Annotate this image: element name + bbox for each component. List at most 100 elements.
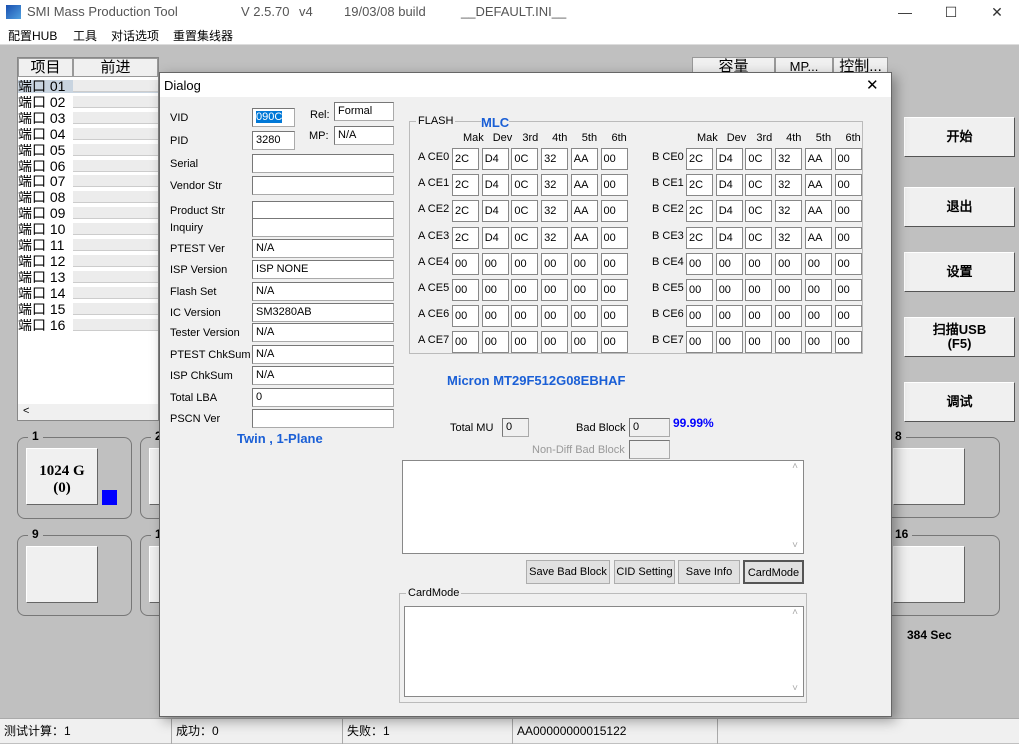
flash-id-cell[interactable]: AA bbox=[804, 200, 832, 223]
flash-id-cell[interactable]: 00 bbox=[834, 279, 862, 301]
flash-id-cell[interactable]: 0C bbox=[511, 200, 539, 223]
flash-id-cell[interactable]: 00 bbox=[600, 148, 628, 170]
minimize-button[interactable]: — bbox=[882, 0, 928, 24]
field-vid[interactable]: 090C bbox=[252, 108, 295, 127]
flash-id-cell[interactable]: 00 bbox=[745, 331, 773, 354]
list-row[interactable]: 端口 15 bbox=[18, 302, 158, 316]
field-pscn-ver[interactable] bbox=[252, 409, 394, 428]
menu-hub[interactable]: 配置HUB bbox=[8, 27, 57, 44]
close-button[interactable]: ✕ bbox=[974, 0, 1019, 24]
flash-id-cell[interactable]: 00 bbox=[570, 252, 598, 275]
port-1-button[interactable]: 1024 G (0) bbox=[26, 448, 98, 505]
flash-id-cell[interactable]: 0C bbox=[745, 200, 773, 223]
flash-id-cell[interactable]: 2C bbox=[686, 148, 713, 170]
list-row[interactable]: 端口 12 bbox=[18, 254, 158, 268]
flash-id-cell[interactable]: 00 bbox=[834, 148, 862, 170]
list-row[interactable]: 端口 16 bbox=[18, 318, 158, 332]
save-bad-block-button[interactable]: Save Bad Block bbox=[526, 560, 610, 584]
flash-id-cell[interactable]: 2C bbox=[452, 174, 479, 197]
flash-id-cell[interactable]: D4 bbox=[481, 200, 509, 223]
flash-id-cell[interactable]: 00 bbox=[745, 305, 773, 328]
rel-field[interactable]: Formal bbox=[334, 102, 394, 121]
flash-id-cell[interactable]: 2C bbox=[686, 174, 713, 197]
cardmode-textarea[interactable]: ˄ ˅ bbox=[404, 606, 804, 697]
flash-id-cell[interactable]: 00 bbox=[686, 305, 713, 328]
col-progress[interactable]: 前进 bbox=[73, 58, 158, 77]
mp-field[interactable]: N/A bbox=[334, 126, 394, 145]
flash-id-cell[interactable]: 00 bbox=[511, 305, 539, 328]
flash-id-cell[interactable]: 00 bbox=[834, 331, 862, 354]
flash-id-cell[interactable]: 00 bbox=[775, 331, 803, 354]
log-scrollbar[interactable]: ˄ ˅ bbox=[787, 461, 803, 553]
flash-id-cell[interactable]: AA bbox=[804, 174, 832, 197]
scroll-up-icon[interactable]: ˄ bbox=[787, 607, 803, 618]
flash-id-cell[interactable]: 00 bbox=[804, 331, 832, 354]
list-row[interactable]: 端口 10 bbox=[18, 223, 158, 236]
flash-id-cell[interactable]: 00 bbox=[600, 226, 628, 249]
flash-id-cell[interactable]: 00 bbox=[715, 305, 743, 328]
settings-button[interactable]: 设置 bbox=[904, 252, 1015, 292]
list-row[interactable]: 端口 06 bbox=[18, 159, 158, 173]
maximize-button[interactable]: ☐ bbox=[928, 0, 974, 24]
flash-id-cell[interactable]: 00 bbox=[541, 331, 569, 354]
flash-id-cell[interactable]: AA bbox=[570, 200, 598, 223]
menu-tools[interactable]: 工具 bbox=[73, 27, 97, 44]
flash-id-cell[interactable]: D4 bbox=[715, 200, 743, 223]
flash-id-cell[interactable]: 00 bbox=[600, 331, 628, 354]
flash-id-cell[interactable]: 00 bbox=[452, 305, 479, 328]
flash-id-cell[interactable]: 0C bbox=[511, 226, 539, 249]
flash-id-cell[interactable]: 00 bbox=[834, 226, 862, 249]
flash-id-cell[interactable]: 00 bbox=[804, 252, 832, 275]
dialog-close-button[interactable]: ✕ bbox=[866, 76, 879, 94]
cid-setting-button[interactable]: CID Setting bbox=[614, 560, 675, 584]
scan-usb-button[interactable]: 扫描USB (F5) bbox=[904, 317, 1015, 357]
port-list[interactable]: 项目 前进 端口 01 端口 02 端口 03 端口 04 端口 05 端口 06 端口 0… bbox=[17, 57, 159, 421]
field-tester-version[interactable]: N/A bbox=[252, 323, 394, 342]
list-row[interactable]: 端口 08 bbox=[18, 191, 158, 204]
flash-id-cell[interactable]: 00 bbox=[686, 252, 713, 275]
menu-dialog-options[interactable]: 对话选项 bbox=[111, 27, 159, 44]
flash-id-cell[interactable]: 0C bbox=[511, 148, 539, 170]
flash-id-cell[interactable]: 00 bbox=[541, 252, 569, 275]
flash-id-cell[interactable]: 00 bbox=[600, 252, 628, 275]
flash-id-cell[interactable]: AA bbox=[804, 226, 832, 249]
list-row[interactable]: 端口 01 bbox=[18, 80, 158, 93]
flash-id-cell[interactable]: 00 bbox=[715, 252, 743, 275]
flash-id-cell[interactable]: D4 bbox=[715, 174, 743, 197]
flash-id-cell[interactable]: 32 bbox=[541, 200, 569, 223]
scroll-down-icon[interactable]: ˅ bbox=[787, 540, 803, 551]
flash-id-cell[interactable]: 00 bbox=[686, 331, 713, 354]
flash-id-cell[interactable]: 00 bbox=[511, 279, 539, 301]
save-info-button[interactable]: Save Info bbox=[678, 560, 740, 584]
flash-id-cell[interactable]: 00 bbox=[834, 174, 862, 197]
flash-id-cell[interactable]: 00 bbox=[600, 174, 628, 197]
flash-id-cell[interactable]: 0C bbox=[745, 226, 773, 249]
scroll-down-icon[interactable]: ˅ bbox=[787, 683, 803, 694]
flash-id-cell[interactable]: 00 bbox=[570, 279, 598, 301]
flash-id-cell[interactable]: 00 bbox=[481, 331, 509, 354]
flash-id-cell[interactable]: 32 bbox=[775, 226, 803, 249]
flash-id-cell[interactable]: 00 bbox=[570, 331, 598, 354]
flash-id-cell[interactable]: 00 bbox=[834, 305, 862, 328]
flash-id-cell[interactable]: 00 bbox=[511, 331, 539, 354]
flash-id-cell[interactable]: AA bbox=[804, 148, 832, 170]
flash-id-cell[interactable]: AA bbox=[570, 174, 598, 197]
log-textarea[interactable]: ˄ ˅ bbox=[402, 460, 804, 554]
flash-id-cell[interactable]: 00 bbox=[600, 279, 628, 301]
field-ptest-chksum[interactable]: N/A bbox=[252, 345, 394, 364]
flash-id-cell[interactable]: 00 bbox=[804, 305, 832, 328]
flash-id-cell[interactable]: 00 bbox=[452, 252, 479, 275]
flash-id-cell[interactable]: D4 bbox=[481, 226, 509, 249]
field-flash-set[interactable]: N/A bbox=[252, 282, 394, 301]
exit-button[interactable]: 退出 bbox=[904, 187, 1015, 227]
flash-id-cell[interactable]: 00 bbox=[775, 305, 803, 328]
start-button[interactable]: 开始 bbox=[904, 117, 1015, 157]
flash-id-cell[interactable]: 00 bbox=[745, 252, 773, 275]
col-item[interactable]: 项目 bbox=[18, 58, 73, 77]
list-row[interactable]: 端口 02 bbox=[18, 95, 158, 109]
flash-id-cell[interactable]: D4 bbox=[715, 226, 743, 249]
port-8-button[interactable] bbox=[893, 448, 965, 505]
field-ptest-ver[interactable]: N/A bbox=[252, 239, 394, 258]
cardmode-button[interactable]: CardMode bbox=[743, 560, 804, 584]
horizontal-scrollbar[interactable]: < bbox=[18, 404, 158, 420]
